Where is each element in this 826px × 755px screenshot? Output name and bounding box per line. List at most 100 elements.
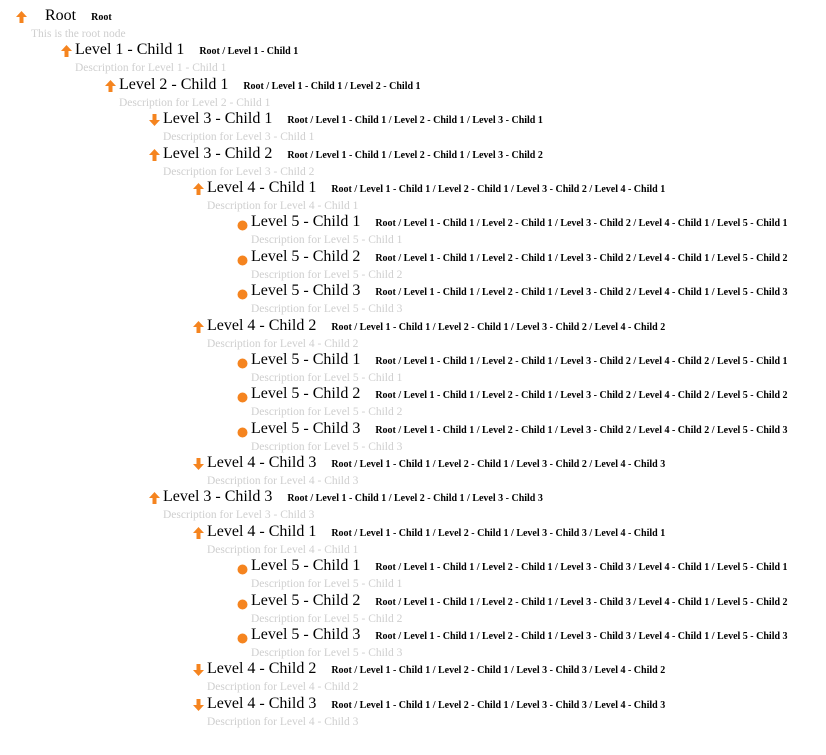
node-breadcrumb-path: Root / Level 1 - Child 1 (199, 46, 299, 58)
dot-icon (236, 217, 248, 231)
tree-node: Level 4 - Child 3 Root / Level 1 - Child … (0, 695, 665, 729)
node-description: Description for Level 5 - Child 2 (251, 406, 403, 419)
tree-node-header[interactable]: Level 1 - Child 1 Root / Level 1 - Child … (0, 41, 402, 61)
tree-node: Level 2 - Child 1 Root / Level 1 - Child … (0, 76, 421, 110)
arrow-down-icon[interactable] (192, 664, 204, 677)
arrow-up-icon[interactable] (192, 320, 204, 333)
tree-view: Root Root This is the root node Level 1 - C… (0, 7, 788, 729)
node-title: Level 4 - Child 3 Root / Level 1 - Child … (207, 453, 665, 475)
dot-icon (236, 286, 248, 300)
node-breadcrumb-path: Root / Level 1 - Child 1 / Level 2 - Chi… (331, 321, 666, 333)
node-title-text: Level 5 - Child 1 (251, 350, 361, 368)
node-title-text: Root (45, 7, 77, 24)
arrow-up-icon[interactable] (104, 79, 116, 92)
node-title-text: Level 4 - Child 3 (207, 694, 317, 712)
arrow-down-icon[interactable] (192, 698, 204, 711)
tree-node-header[interactable]: Level 4 - Child 1 Root / Level 1 - Child … (0, 523, 665, 543)
node-breadcrumb-path: Root / Level 1 - Child 1 / Level 2 - Chi… (375, 287, 788, 299)
node-title: Level 5 - Child 2 Root / Level 1 - Child … (251, 384, 788, 406)
tree-node-header[interactable]: Level 3 - Child 2 Root / Level 1 - Child … (0, 145, 543, 165)
tree-node: Level 4 - Child 2 Root / Level 1 - Child … (0, 660, 665, 694)
tree-node-header[interactable]: Level 4 - Child 2 Root / Level 1 - Child … (0, 660, 665, 680)
node-breadcrumb-path: Root / Level 1 - Child 1 / Level 2 - Chi… (287, 115, 543, 127)
tree-node: Level 5 - Child 3 Root / Level 1 - Child … (0, 420, 788, 454)
tree-node: Level 4 - Child 3 Root / Level 1 - Child … (0, 454, 665, 488)
tree-node: Level 3 - Child 3 Root / Level 1 - Child … (0, 488, 543, 522)
tree-node: Root Root This is the root node (0, 7, 402, 41)
node-title-text: Level 5 - Child 1 (251, 557, 361, 575)
tree-node-header[interactable]: Level 4 - Child 1 Root / Level 1 - Child … (0, 179, 665, 199)
node-breadcrumb-path: Root / Level 1 - Child 1 / Level 2 - Chi… (375, 596, 788, 608)
node-breadcrumb-path: Root / Level 1 - Child 1 / Level 2 - Chi… (375, 424, 788, 436)
dot-icon (236, 596, 248, 610)
tree-node: Level 4 - Child 1 Root / Level 1 - Child … (0, 179, 665, 213)
node-breadcrumb-path: Root / Level 1 - Child 1 / Level 2 - Chi… (375, 218, 788, 230)
node-title-text: Level 5 - Child 1 (251, 213, 361, 231)
node-title: Level 5 - Child 3 Root / Level 1 - Child … (251, 281, 788, 303)
node-title-text: Level 4 - Child 2 (207, 660, 317, 678)
node-description: Description for Level 4 - Child 2 (207, 337, 359, 350)
tree-node: Level 5 - Child 2 Root / Level 1 - Child … (0, 247, 788, 282)
tree-node-header[interactable]: Level 4 - Child 3 Root / Level 1 - Child … (0, 695, 665, 715)
node-description: Description for Level 5 - Child 3 (251, 647, 403, 660)
node-description: Description for Level 5 - Child 2 (251, 268, 403, 281)
tree-node: Level 5 - Child 3 Root / Level 1 - Child … (0, 626, 788, 660)
tree-node-header[interactable]: Level 5 - Child 3 Root / Level 1 - Child … (0, 282, 788, 302)
node-breadcrumb-path: Root / Level 1 - Child 1 / Level 2 - Chi… (331, 527, 666, 539)
node-description: This is the root node (31, 28, 126, 40)
node-breadcrumb-path: Root / Level 1 - Child 1 / Level 2 - Chi… (331, 183, 666, 195)
node-title: Root Root (45, 6, 112, 28)
node-description: Description for Level 4 - Child 1 (207, 199, 359, 212)
node-breadcrumb-path: Root / Level 1 - Child 1 / Level 2 - Chi… (331, 699, 666, 711)
tree-node: Level 1 - Child 1 Root / Level 1 - Child … (0, 41, 402, 75)
node-title: Level 3 - Child 2 Root / Level 1 - Child … (163, 144, 543, 166)
node-title: Level 4 - Child 2 Root / Level 1 - Child … (207, 659, 665, 681)
node-breadcrumb-path: Root / Level 1 - Child 1 / Level 2 - Chi… (375, 562, 788, 574)
node-breadcrumb-path: Root / Level 1 - Child 1 / Level 2 - Chi… (287, 149, 543, 161)
tree-node-header[interactable]: Level 5 - Child 3 Root / Level 1 - Child … (0, 420, 788, 440)
tree-node-header[interactable]: Level 5 - Child 3 Root / Level 1 - Child … (0, 626, 788, 646)
tree-node: Level 5 - Child 2 Root / Level 1 - Child … (0, 385, 788, 419)
arrow-up-icon[interactable] (60, 45, 72, 58)
tree-node-header[interactable]: Level 4 - Child 2 Root / Level 1 - Child … (0, 317, 665, 337)
tree-node-header[interactable]: Root Root (0, 7, 402, 27)
node-title-text: Level 5 - Child 2 (251, 591, 361, 609)
tree-node-header[interactable]: Level 4 - Child 3 Root / Level 1 - Child … (0, 454, 665, 474)
dot-icon (236, 424, 248, 438)
node-title: Level 4 - Child 1 Root / Level 1 - Child … (207, 178, 665, 200)
arrow-up-icon[interactable] (192, 182, 204, 195)
tree-node-header[interactable]: Level 3 - Child 1 Root / Level 1 - Child … (0, 110, 543, 130)
arrow-up-icon[interactable] (148, 148, 160, 161)
tree-node-header[interactable]: Level 3 - Child 3 Root / Level 1 - Child … (0, 488, 543, 508)
node-title: Level 5 - Child 1 Root / Level 1 - Child … (251, 212, 788, 234)
node-title: Level 5 - Child 3 Root / Level 1 - Child … (251, 625, 788, 647)
node-title: Level 4 - Child 1 Root / Level 1 - Child … (207, 522, 665, 544)
arrow-up-icon[interactable] (15, 11, 27, 23)
node-title: Level 3 - Child 1 Root / Level 1 - Child … (163, 109, 543, 131)
tree-node-header[interactable]: Level 5 - Child 1 Root / Level 1 - Child … (0, 557, 788, 577)
node-title-text: Level 4 - Child 1 (207, 522, 317, 540)
node-title: Level 4 - Child 3 Root / Level 1 - Child … (207, 694, 665, 716)
tree-node: Level 5 - Child 1 Root / Level 1 - Child … (0, 350, 788, 385)
dot-icon (236, 389, 248, 403)
tree-node-header[interactable]: Level 2 - Child 1 Root / Level 1 - Child … (0, 76, 421, 96)
dot-icon (236, 355, 248, 369)
arrow-up-icon[interactable] (148, 492, 160, 505)
tree-node-header[interactable]: Level 5 - Child 2 Root / Level 1 - Child … (0, 385, 788, 405)
arrow-down-icon[interactable] (192, 458, 204, 471)
tree-node-header[interactable]: Level 5 - Child 2 Root / Level 1 - Child … (0, 591, 788, 612)
tree-node-header[interactable]: Level 5 - Child 2 Root / Level 1 - Child … (0, 247, 788, 268)
node-title: Level 5 - Child 3 Root / Level 1 - Child … (251, 419, 788, 441)
node-description: Description for Level 3 - Child 1 (163, 131, 315, 144)
node-description: Description for Level 5 - Child 3 (251, 440, 403, 453)
tree-node-header[interactable]: Level 5 - Child 1 Root / Level 1 - Child … (0, 213, 788, 233)
node-breadcrumb-path: Root (91, 12, 112, 23)
node-breadcrumb-path: Root / Level 1 - Child 1 / Level 2 - Chi… (375, 390, 788, 402)
arrow-down-icon[interactable] (148, 114, 160, 127)
node-title-text: Level 5 - Child 2 (251, 247, 361, 265)
tree-node: Level 4 - Child 2 Root / Level 1 - Child … (0, 317, 665, 351)
node-description: Description for Level 3 - Child 3 (163, 509, 315, 522)
arrow-up-icon[interactable] (192, 526, 204, 539)
node-title-text: Level 4 - Child 1 (207, 178, 317, 196)
tree-node-header[interactable]: Level 5 - Child 1 Root / Level 1 - Child … (0, 350, 788, 371)
